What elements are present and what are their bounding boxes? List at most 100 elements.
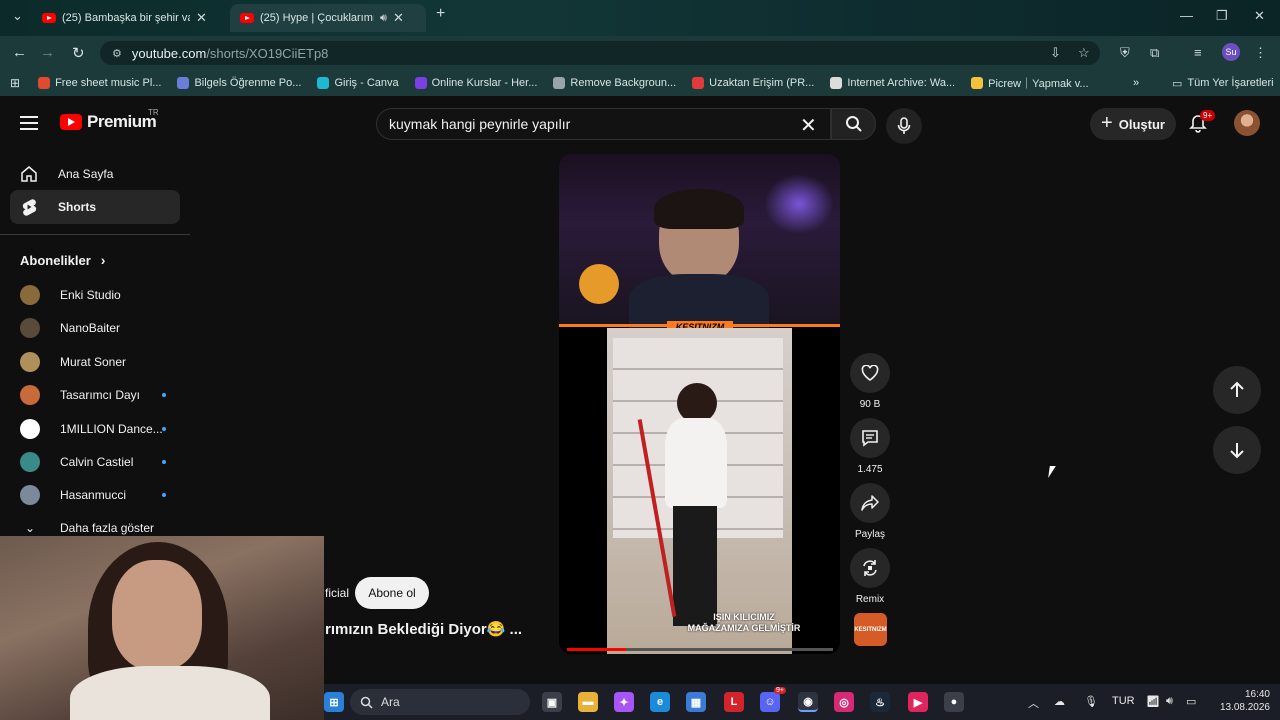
previous-short-button[interactable] [1213, 366, 1261, 414]
subscribe-button[interactable]: Abone ol [355, 577, 429, 609]
bookmark-item[interactable]: Online Kurslar - Her... [414, 75, 538, 91]
back-icon[interactable]: ← [12, 44, 27, 61]
share-action[interactable]: Paylaş [850, 483, 890, 540]
caption-line-1: IŞIN KILICIMIZ [713, 612, 775, 622]
remix-action[interactable]: Remix [850, 548, 890, 605]
bookmark-item[interactable]: Internet Archive: Wa... [830, 75, 955, 91]
bookmark-item[interactable]: Free sheet music Pl... [38, 75, 161, 91]
account-avatar[interactable] [1234, 110, 1260, 136]
tray-microphone-icon[interactable]: 🎙︎ [1084, 695, 1098, 708]
steam-icon[interactable]: ♨ [870, 692, 890, 712]
short-video-player[interactable]: KESITNIZM IŞIN KILICIMIZ MAĞAZAMIZA GELM… [559, 154, 840, 654]
bookmark-item[interactable]: Picrew｜Yapmak v... [971, 75, 1089, 91]
notifications-button[interactable]: 9+ [1188, 110, 1216, 139]
task-view-icon[interactable]: ▣ [542, 692, 562, 712]
all-bookmarks-folder[interactable]: ▭ Tüm Yer İşaretleri [1172, 77, 1274, 90]
bookmark-label: Online Kurslar - Her... [431, 77, 538, 89]
browser-tab-2[interactable]: (25) Hype | Çocuklarımızın B... 🔊︎ ✕ [230, 4, 426, 32]
battery-icon[interactable]: ▭ [1186, 695, 1196, 708]
l-app-icon[interactable]: L [724, 692, 744, 712]
edge-icon[interactable]: e [650, 692, 670, 712]
share-button[interactable] [850, 483, 890, 523]
comment-button[interactable] [850, 418, 890, 458]
search-button[interactable] [831, 108, 876, 140]
menu-hamburger-icon[interactable] [20, 116, 38, 130]
subscription-name: 1MILLION Dance... [60, 421, 163, 436]
taskbar-clock[interactable]: 16:40 13.08.2026 [1214, 688, 1270, 714]
chrome-icon[interactable]: ◉ [798, 692, 818, 712]
bookmark-item[interactable]: Remove Backgroun... [553, 75, 676, 91]
bookmark-item[interactable]: Giriş - Canva [317, 75, 399, 91]
channel-name-fragment[interactable]: ficial [325, 586, 349, 600]
url-field[interactable]: ⚙ youtube.com/shorts/XO19CiiETp8 [100, 41, 1100, 65]
start-windows-icon[interactable]: ⊞ [324, 692, 344, 712]
discord-badge: 9+ [774, 687, 786, 694]
close-tab-icon[interactable]: ✕ [393, 10, 404, 26]
create-button[interactable]: + Oluştur [1090, 108, 1176, 140]
remix-button[interactable] [850, 548, 890, 588]
maximize-icon[interactable]: ❐ [1216, 8, 1228, 24]
bookmark-favicon-icon [692, 77, 705, 89]
volume-icon[interactable]: 🔊︎ [1166, 695, 1173, 708]
close-tab-icon[interactable]: ✕ [196, 10, 207, 26]
apps-grid-icon[interactable]: ⊞ [10, 76, 20, 90]
minimize-icon[interactable]: — [1180, 8, 1193, 23]
instagram-icon[interactable]: ◎ [834, 692, 854, 712]
youtube-favicon-icon [42, 13, 56, 23]
video-title-fragment[interactable]: rımızın Beklediği Diyor😂 ... [325, 620, 522, 638]
copilot-icon[interactable]: ✦ [614, 692, 634, 712]
video-progress-bar[interactable] [567, 648, 833, 651]
profile-avatar[interactable]: Su [1222, 43, 1240, 61]
bookmark-favicon-icon [38, 77, 51, 89]
channel-avatar [20, 418, 40, 439]
music-app-icon[interactable]: ▶ [908, 692, 928, 712]
media-control-icon[interactable]: ≡ [1194, 45, 1202, 60]
subscription-item[interactable]: Hasanmucci [20, 482, 170, 508]
tray-overflow-icon[interactable]: ︿ [1028, 695, 1039, 711]
subscription-item[interactable]: Tasarımcı Dayı [20, 382, 170, 408]
file-explorer-icon[interactable]: ▬ [578, 692, 598, 712]
clear-search-icon[interactable]: ✕ [800, 113, 817, 138]
bookmark-star-icon[interactable]: ☆ [1078, 45, 1090, 61]
subscription-item[interactable]: 1MILLION Dance... [20, 416, 170, 442]
channel-avatar [20, 452, 40, 472]
menu-kebab-icon[interactable]: ⋮ [1254, 45, 1267, 61]
install-app-icon[interactable]: ⇩ [1050, 45, 1061, 61]
sound-source-thumbnail[interactable]: KESITNIZM [854, 613, 887, 646]
like-button[interactable] [850, 353, 890, 393]
new-tab-icon[interactable]: + [436, 5, 445, 23]
close-window-icon[interactable]: ✕ [1254, 8, 1265, 24]
voice-search-button[interactable] [886, 108, 922, 144]
comment-action[interactable]: 1.475 [850, 418, 890, 475]
browser-tab-1[interactable]: (25) Bambaşka bir şehir vaar... ✕ [32, 4, 228, 32]
speaker-icon[interactable]: 🔊︎ [380, 12, 387, 25]
more-bookmarks-icon[interactable]: » [1133, 77, 1139, 89]
onedrive-icon[interactable]: ☁ [1054, 695, 1065, 708]
subscription-item[interactable]: Murat Soner [20, 349, 170, 375]
like-action[interactable]: 90 B [850, 353, 890, 410]
forward-icon[interactable]: → [40, 44, 55, 61]
subscriptions-heading[interactable]: Abonelikler › [20, 252, 105, 268]
bookmark-item[interactable]: Bilgels Öğrenme Po... [177, 75, 301, 91]
tab-search-chevron-icon[interactable]: ⌄ [12, 8, 23, 24]
store-icon[interactable]: ▦ [686, 692, 706, 712]
remix-icon [863, 560, 877, 576]
recording-app-icon[interactable]: ● [944, 692, 964, 712]
discord-icon[interactable]: ☺ [760, 692, 780, 712]
shield-extension-icon[interactable]: ⛨ [1120, 45, 1130, 61]
subscription-item[interactable]: Enki Studio [20, 282, 170, 308]
extensions-puzzle-icon[interactable]: ⧉ [1150, 45, 1159, 61]
sidebar-item-shorts[interactable]: Shorts [10, 190, 180, 224]
language-indicator[interactable]: TUR [1112, 695, 1135, 707]
youtube-premium-logo[interactable]: Premium TR [60, 108, 159, 132]
sidebar-item-home[interactable]: Ana Sayfa [10, 157, 180, 191]
next-short-button[interactable] [1213, 426, 1261, 474]
reload-icon[interactable]: ↻ [72, 44, 85, 62]
wifi-icon[interactable]: 📶︎ [1146, 695, 1160, 708]
site-info-icon[interactable]: ⚙ [112, 47, 122, 60]
search-input[interactable]: kuymak hangi peynirle yapılır [376, 108, 831, 140]
bookmark-item[interactable]: Uzaktan Erişim (PR... [692, 75, 814, 91]
taskbar-search[interactable]: Ara [350, 689, 530, 715]
subscription-item[interactable]: NanoBaiter [20, 315, 170, 341]
subscription-item[interactable]: Calvin Castiel [20, 449, 170, 475]
